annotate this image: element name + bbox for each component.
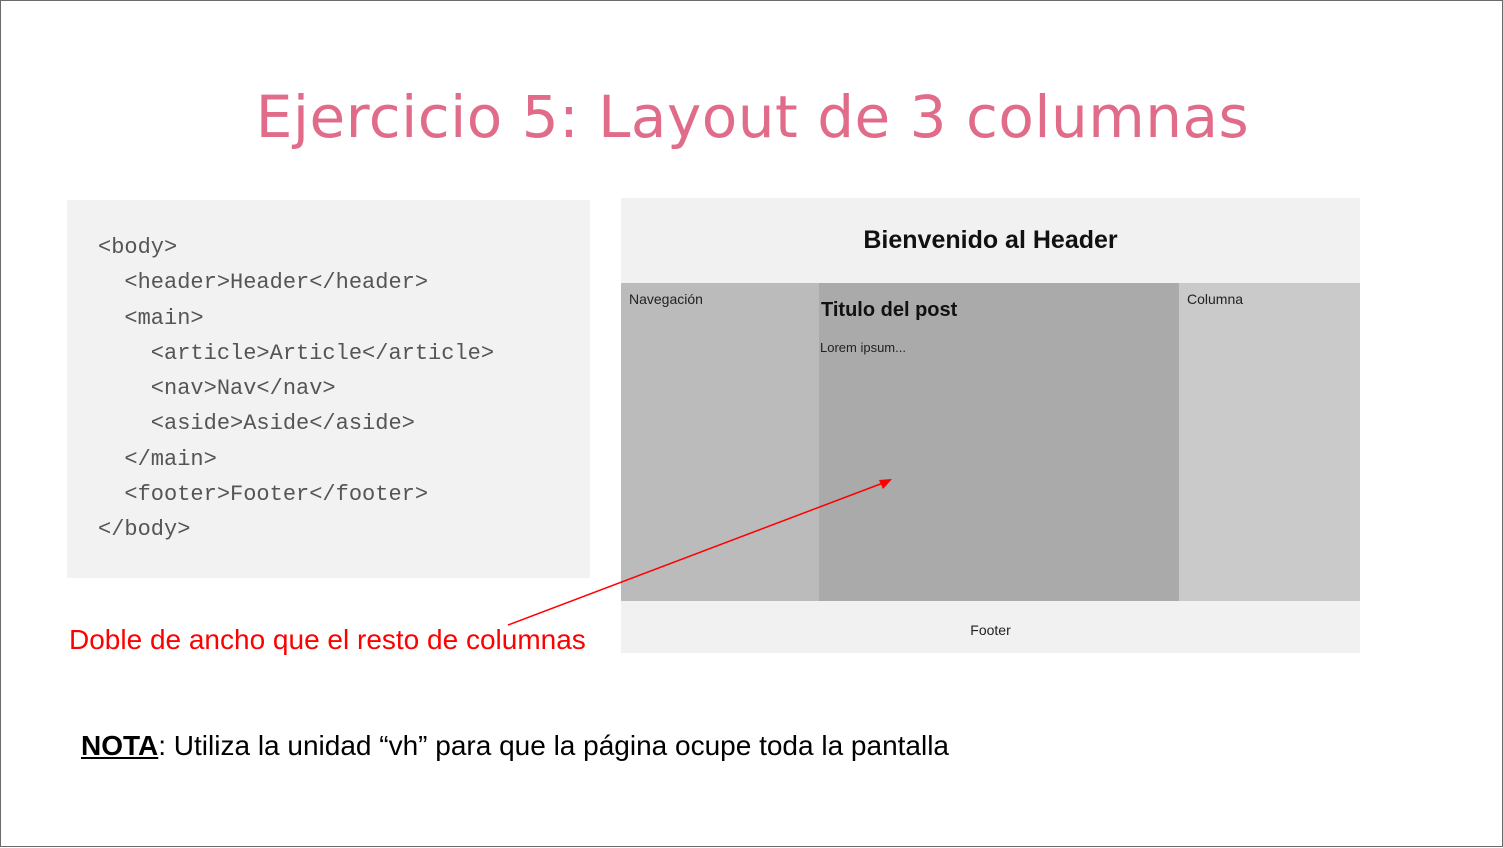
code-line: <body> <box>98 235 178 260</box>
code-line: <main> <box>98 305 204 331</box>
code-line: <footer>Footer</footer> <box>98 482 429 508</box>
code-line: </body> <box>98 517 191 543</box>
slide-title: Ejercicio 5: Layout de 3 columnas <box>255 83 1250 151</box>
annotation-text: Doble de ancho que el resto de columnas <box>69 624 586 655</box>
code-line: <nav>Nav</nav> <box>98 376 336 402</box>
preview-post-body: Lorem ipsum... <box>820 340 906 355</box>
preview-footer: Footer <box>621 601 1360 653</box>
preview-header: Bienvenido al Header <box>621 198 1360 283</box>
code-snippet: <body> <header>Header</header> <main> <a… <box>67 200 590 578</box>
note-text: : Utiliza la unidad “vh” para que la pág… <box>158 730 950 761</box>
code-line: <article>Article</article> <box>98 340 495 366</box>
code-line: <aside>Aside</aside> <box>98 411 415 437</box>
preview-aside-label: Columna <box>1187 291 1244 307</box>
code-line: <header>Header</header> <box>98 270 429 296</box>
preview-nav-label: Navegación <box>629 291 703 307</box>
note-label: NOTA <box>81 730 159 761</box>
preview-article: Titulo del post Lorem ipsum... <box>819 283 1179 601</box>
note: NOTA: Utiliza la unidad “vh” para que la… <box>81 730 949 762</box>
preview-aside: Columna <box>1179 283 1360 601</box>
preview-post-title: Titulo del post <box>821 299 958 321</box>
layout-preview: Bienvenido al Header Navegación Titulo d… <box>621 198 1360 653</box>
preview-nav: Navegación <box>621 283 819 601</box>
code-line: </main> <box>98 446 217 472</box>
slide: Ejercicio 5: Layout de 3 columnas <body>… <box>0 0 1503 847</box>
